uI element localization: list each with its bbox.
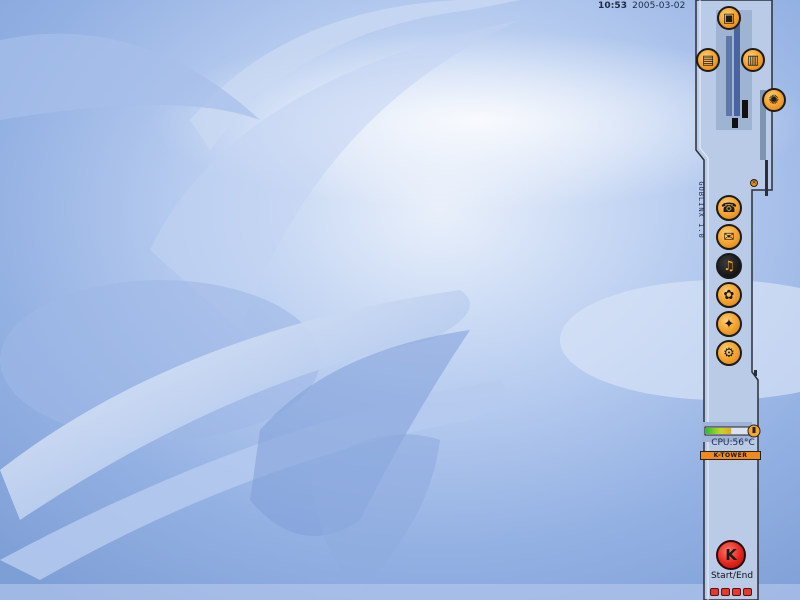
mail-icon-glyph: ✉ [723,229,735,245]
workspace-indicator-1[interactable] [710,588,719,596]
calendar-icon[interactable]: ▥ [741,48,765,72]
brand-label: GOBLINX 1.0 [694,178,708,242]
desktop-wallpaper [0,0,800,600]
runner-icon-glyph: ✦ [723,316,735,332]
calendar-icon-glyph: ▥ [746,52,760,68]
cpu-temperature: CPU:56°C [711,438,755,448]
media-icon[interactable]: ♫ [716,253,742,279]
workspace-indicator-3[interactable] [732,588,741,596]
flower-icon[interactable]: ✿ [716,282,742,308]
brand-vertical-text: GOBLINX 1.0 [697,181,705,239]
cpu-meter-fill [706,428,732,434]
network-icon-glyph: ☎ [720,200,738,216]
k-tower-panel: ▣ ▤ ▥ ✺ ☎ ✉ ♫ ✿ ✦ ⚙ [694,0,786,600]
runner-icon[interactable]: ✦ [716,311,742,337]
taskbar-clock[interactable]: 10:53 2005-03-02 [598,1,685,11]
cpu-meter [704,424,761,438]
desktop[interactable]: 10:53 2005-03-02 ▣ ▤ ▥ ✺ ☎ ✉ ♫ ✿ ✦ ⚙ × G… [0,0,800,600]
tank-icon[interactable]: ⚙ [716,340,742,366]
cards-icon-glyph: ▤ [701,52,715,68]
start-button-label: Start/End [710,571,754,581]
workspace-indicator-2[interactable] [721,588,730,596]
cards-icon[interactable]: ▤ [696,48,720,72]
firefox-icon-glyph: ✺ [768,92,780,108]
start-button[interactable]: K [716,540,746,570]
clock-time: 10:53 [598,1,628,11]
k-tower-name-label: K-TOWER [700,451,761,460]
close-icon[interactable]: × [750,179,758,187]
tools-icon[interactable]: ▣ [717,6,741,30]
tank-icon-glyph: ⚙ [723,345,735,361]
flower-icon-glyph: ✿ [723,287,735,303]
tools-icon-glyph: ▣ [722,10,736,26]
media-icon-glyph: ♫ [723,258,735,274]
workspace-indicator-4[interactable] [743,588,752,596]
mail-icon[interactable]: ✉ [716,224,742,250]
clock-date: 2005-03-02 [632,1,686,11]
firefox-icon[interactable]: ✺ [762,88,786,112]
network-icon[interactable]: ☎ [716,195,742,221]
k-logo-icon: K [725,545,737,564]
